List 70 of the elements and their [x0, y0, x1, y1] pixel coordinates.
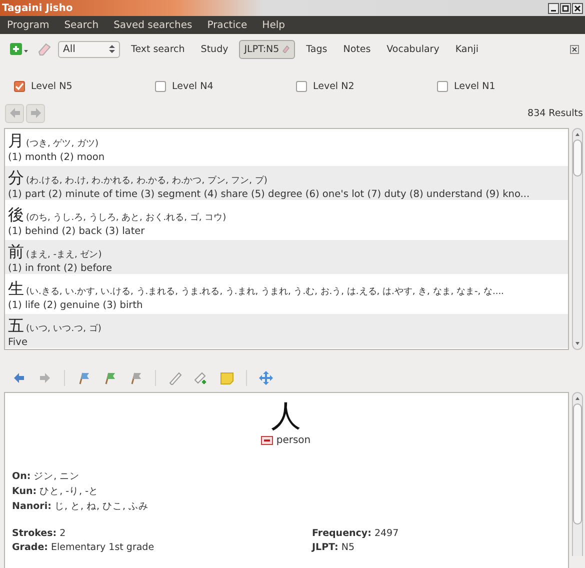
search-tab[interactable]: Vocabulary	[382, 40, 444, 58]
kanji-meaning: (1) in front (2) before	[8, 263, 113, 274]
checkbox[interactable]	[296, 80, 307, 92]
checkbox[interactable]	[437, 80, 448, 92]
move-icon[interactable]	[259, 371, 273, 385]
search-tab[interactable]: JLPT:N5	[239, 40, 296, 58]
spinner-arrows-icon	[109, 44, 115, 54]
checkbox-label: Level N2	[313, 80, 354, 92]
kanji-character[interactable]: 前	[8, 242, 24, 263]
maximize-icon[interactable]	[560, 2, 571, 14]
kanji-character: 人	[271, 399, 301, 435]
stat-line: Grade: Elementary 1st grade	[12, 541, 156, 555]
search-tab[interactable]: Tags	[301, 40, 332, 58]
menu-item[interactable]: Search	[64, 20, 106, 30]
search-tab[interactable]: Study	[196, 40, 234, 58]
kanji-meaning: (1) month (2) moon	[8, 152, 106, 163]
minimize-icon[interactable]	[548, 2, 559, 14]
undo-icon[interactable]	[12, 372, 26, 384]
scrollbar[interactable]	[572, 392, 583, 556]
stat-line: Strokes: 2	[12, 527, 67, 541]
close-icon[interactable]	[572, 2, 583, 14]
kanji-readings: (いつ, いつ.つ, ゴ)	[26, 322, 102, 335]
close-icon[interactable]	[570, 44, 579, 54]
back-button[interactable]	[5, 104, 24, 122]
menu-item[interactable]: Practice	[207, 20, 254, 30]
eraser-icon[interactable]	[36, 42, 52, 56]
tag-add-icon[interactable]	[194, 371, 208, 385]
menu-item[interactable]: Saved searches	[114, 20, 200, 30]
kanji-meaning: (1) behind (2) back (3) later	[8, 226, 146, 237]
undo-icon[interactable]	[8, 107, 22, 119]
search-tab[interactable]: Notes	[338, 40, 376, 58]
checkbox-label: Level N5	[31, 80, 72, 92]
reading-line: Kun: ひと, -り, -と	[12, 485, 100, 499]
kanji-meaning: person	[276, 435, 311, 446]
results-count: 834 Results	[528, 108, 583, 118]
filter-dropdown[interactable]: All	[58, 40, 120, 58]
kanji-meaning: Five	[8, 337, 28, 348]
reading-line: Nanori: じ, と, ね, ひこ, ふみ	[12, 500, 150, 514]
note-icon[interactable]	[220, 371, 234, 385]
kanji-meaning: (1) part (2) minute of time (3) segment (4) share (5) degree (6) one's lot (7) duty (8) understand (9) kno...	[8, 189, 531, 200]
search-tab[interactable]: Text search	[126, 40, 190, 58]
kanji-readings: (まえ, -まえ, ゼン)	[26, 249, 102, 261]
redo-icon[interactable]	[38, 372, 52, 384]
kanji-readings: (い.きる, い.かす, い.ける, う.まれる, うま.れる, う.まれ, うまれ, う.む, お.う, は.える, は.やす, き, なま, なま-, な....	[26, 286, 504, 298]
redo-icon[interactable]	[28, 107, 42, 119]
stat-line: Frequency: 2497	[312, 527, 400, 541]
checkbox[interactable]	[14, 80, 25, 92]
eraser-icon[interactable]	[282, 45, 290, 53]
kanji-character[interactable]: 五	[8, 316, 24, 337]
checkbox-label: Level N1	[454, 80, 496, 92]
window-title: Tagaini Jisho	[1, 2, 73, 14]
reading-line: On: ジン, ニン	[12, 470, 81, 484]
kanji-readings: (のち, うし.ろ, うしろ, あと, おく.れる, ゴ, コウ)	[26, 212, 226, 224]
kanji-readings: (わ.ける, わ.け, わ.かれる, わ.かる, わ.かつ, ブン, フン, ブ)	[26, 174, 268, 187]
menu-item[interactable]: Program	[7, 20, 56, 30]
checkbox-label: Level N4	[172, 80, 214, 92]
kanji-character[interactable]: 生	[8, 279, 24, 300]
kanji-character[interactable]: 後	[8, 205, 24, 226]
scrollbar[interactable]	[572, 128, 583, 350]
kanji-readings: (つき, ゲツ, ガツ)	[26, 138, 98, 150]
forward-button[interactable]	[26, 104, 45, 122]
kanji-character[interactable]: 月	[8, 131, 24, 152]
tag-icon[interactable]	[168, 371, 182, 385]
add-icon[interactable]	[10, 42, 30, 56]
kanji-meaning: (1) life (2) genuine (3) birth	[8, 300, 144, 311]
kanji-character[interactable]: 分	[8, 168, 24, 189]
stat-line: JLPT: N5	[312, 541, 356, 555]
search-tab[interactable]: Kanji	[450, 40, 484, 58]
checkbox[interactable]	[155, 80, 166, 92]
menu-item[interactable]: Help	[262, 20, 292, 30]
